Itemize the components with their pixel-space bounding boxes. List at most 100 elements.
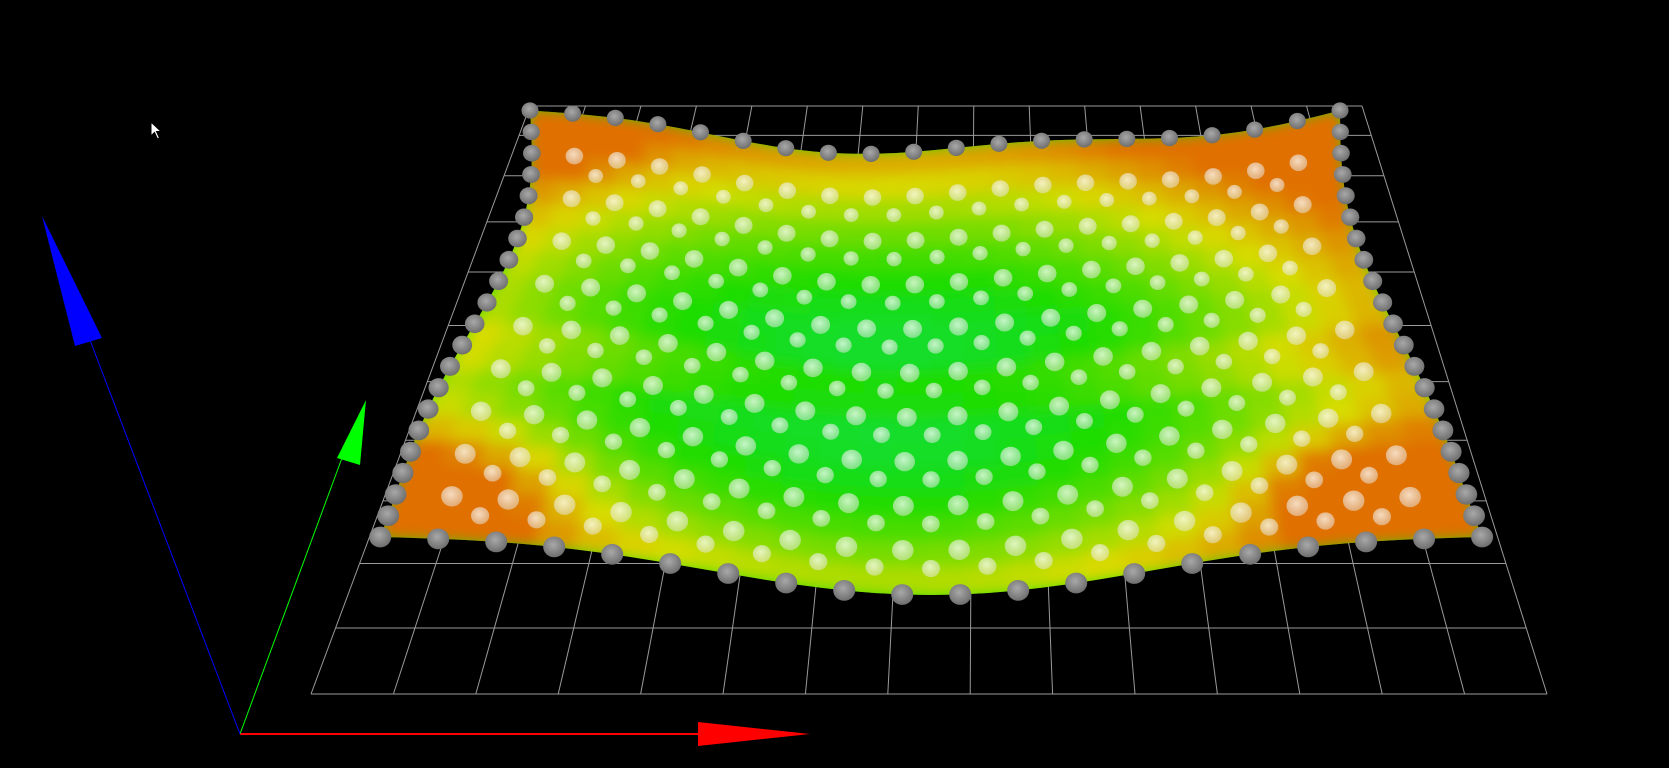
probe-point — [991, 180, 1010, 197]
probe-point — [1373, 293, 1393, 312]
probe-point — [921, 515, 940, 533]
probe-point — [565, 147, 584, 165]
probe-point — [553, 494, 576, 515]
probe-point — [1034, 176, 1052, 194]
probe-point — [408, 420, 430, 441]
mesh-viewport[interactable] — [0, 0, 1669, 768]
probe-point — [809, 553, 828, 571]
probe-point — [691, 208, 710, 226]
probe-point — [1363, 272, 1383, 291]
probe-point — [561, 320, 582, 340]
probe-point — [1141, 492, 1159, 509]
probe-point — [1273, 219, 1289, 234]
probe-point — [1455, 484, 1478, 505]
probe-point — [817, 273, 836, 291]
probe-point — [1065, 325, 1082, 341]
probe-point — [972, 246, 988, 261]
probe-point — [1399, 486, 1421, 508]
probe-point — [587, 342, 604, 359]
probe-point — [892, 495, 914, 516]
probe-point — [1329, 384, 1347, 401]
probe-point — [1305, 471, 1324, 489]
probe-point — [947, 450, 968, 471]
probe-point — [683, 357, 701, 374]
probe-point — [538, 469, 557, 486]
probe-point — [1312, 343, 1329, 359]
probe-point — [1279, 389, 1296, 406]
probe-point — [1289, 154, 1308, 172]
probe-point — [593, 475, 612, 493]
probe-point — [1263, 348, 1281, 365]
probe-point — [927, 338, 944, 354]
probe-point — [696, 535, 715, 553]
probe-point — [1331, 102, 1349, 119]
probe-point — [1297, 536, 1320, 558]
probe-point — [1028, 463, 1046, 480]
probe-point — [851, 362, 872, 382]
probe-point — [1093, 347, 1113, 366]
probe-point — [1053, 440, 1074, 461]
probe-point — [620, 258, 636, 274]
probe-point — [828, 380, 846, 397]
z-axis-line — [89, 339, 241, 735]
probe-point — [1133, 299, 1153, 318]
probe-point — [693, 166, 711, 183]
probe-point — [581, 278, 601, 297]
probe-point — [758, 198, 774, 213]
probe-point — [1034, 552, 1053, 570]
probe-point — [657, 441, 676, 459]
probe-point — [377, 505, 400, 526]
probe-point — [522, 166, 540, 183]
probe-point — [538, 338, 556, 354]
probe-point — [1203, 526, 1222, 544]
probe-point — [1118, 364, 1136, 380]
probe-point — [716, 189, 731, 204]
probe-point — [1195, 484, 1214, 502]
probe-point — [1117, 519, 1140, 541]
probe-point — [369, 526, 392, 548]
probe-point — [886, 251, 902, 267]
probe-point — [971, 201, 987, 216]
probe-point — [706, 342, 727, 362]
probe-point — [1187, 230, 1203, 245]
probe-point — [1141, 341, 1162, 361]
probe-point — [1099, 193, 1115, 207]
probe-point — [1203, 312, 1220, 328]
probe-point — [732, 366, 749, 383]
probe-point — [427, 528, 450, 550]
probe-point — [627, 284, 647, 303]
probe-point — [1070, 369, 1088, 386]
probe-point — [498, 422, 517, 439]
probe-point — [929, 205, 944, 220]
probe-point — [1150, 384, 1171, 404]
probe-point — [497, 489, 520, 510]
probe-point — [1118, 130, 1136, 147]
probe-point — [1189, 336, 1210, 356]
probe-point — [949, 584, 972, 605]
probe-point — [559, 295, 576, 311]
probe-point — [708, 273, 725, 289]
probe-point — [464, 314, 485, 334]
probe-point — [947, 406, 968, 426]
probe-point — [1149, 275, 1166, 290]
probe-point — [862, 145, 880, 162]
probe-point — [1423, 399, 1445, 419]
probe-point — [896, 407, 917, 427]
probe-point — [779, 529, 801, 551]
probe-point — [1247, 162, 1265, 180]
probe-point — [551, 426, 570, 444]
probe-point — [765, 309, 785, 328]
probe-point — [1317, 408, 1339, 428]
probe-point — [728, 478, 750, 499]
probe-point — [1293, 196, 1312, 214]
probe-point — [1238, 331, 1258, 351]
probe-point — [1056, 194, 1072, 209]
probe-point — [1335, 320, 1355, 340]
probe-point — [562, 190, 581, 208]
probe-point — [1144, 233, 1160, 248]
probe-point — [1282, 260, 1298, 276]
probe-point — [392, 462, 414, 484]
probe-point — [891, 584, 914, 605]
probe-point — [1091, 544, 1110, 562]
probe-point — [1164, 212, 1183, 230]
